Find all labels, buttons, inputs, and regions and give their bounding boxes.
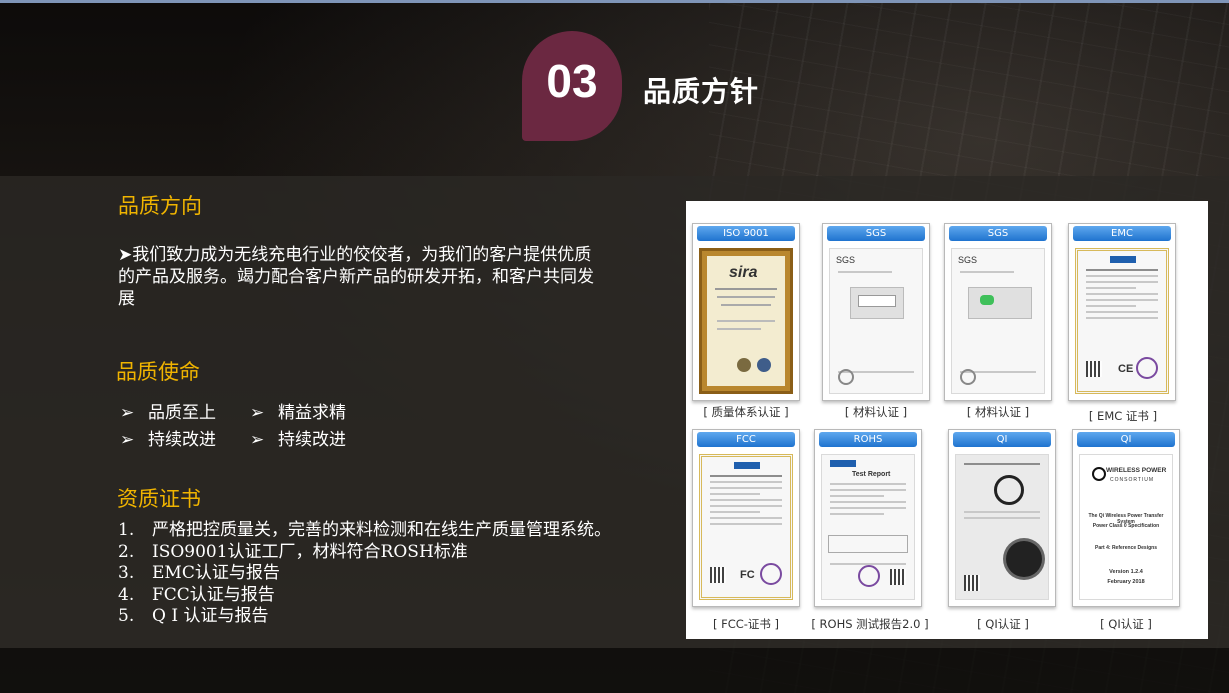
bottom-band: [0, 648, 1229, 693]
list-item: 2. ISO9001认证工厂，材料符合ROSH标准: [118, 541, 468, 562]
test-report-title: Test Report: [852, 471, 891, 478]
mission-item: ➢ 品质至上: [120, 403, 216, 423]
qi-part-title: Part 4: Reference Designs: [1095, 545, 1157, 551]
list-item: 3. EMC认证与报告: [118, 563, 280, 583]
certificate-image: [955, 454, 1049, 600]
list-item: 5. Q I 认证与报告: [118, 606, 269, 626]
qi-class-title: Power Class 0 Specification: [1092, 523, 1160, 529]
sira-logo: sira: [729, 264, 758, 281]
quality-mission-list: ➢ 品质至上 ➢ 精益求精 ➢ 持续改进 ➢ 持续改进: [120, 398, 410, 450]
certificate-card-qi-2[interactable]: QI WIRELESS POWER CONSORTIUM The Qi Wire…: [1072, 429, 1180, 607]
quality-direction-heading: 品质方向: [118, 194, 202, 218]
top-accent-strip: [0, 0, 1229, 3]
certificate-card-rohs[interactable]: ROHS Test Report: [814, 429, 922, 607]
qi-date: February 2018: [1107, 579, 1145, 585]
card-header: FCC: [697, 432, 795, 447]
section-number-badge: 03: [522, 31, 622, 141]
quality-direction-text: ➤我们致力成为无线充电行业的佼佼者，为我们的客户提供优质的产品及服务。竭力配合客…: [118, 245, 594, 309]
certificate-image: WIRELESS POWER CONSORTIUM The Qi Wireles…: [1079, 454, 1173, 600]
certificate-card-qi-1[interactable]: QI: [948, 429, 1056, 607]
certificate-image: Test Report: [821, 454, 915, 600]
certificates-list: 1. 严格把控质量关，完善的来料检测和在线生产质量管理系统。 2. ISO9001认…: [118, 520, 611, 628]
sgs-logo: SGS: [836, 255, 856, 265]
certificate-card-emc[interactable]: EMC CE: [1068, 223, 1176, 401]
caption-fcc: [ FCC-证书 ]: [712, 617, 780, 631]
caption-material-1: [ 材料认证 ]: [844, 405, 908, 419]
card-header: ISO 9001: [697, 226, 795, 241]
arrow-bullet-icon: ➢: [120, 430, 135, 450]
mission-item: ➢ 精益求精: [250, 403, 346, 423]
list-item: 1. 严格把控质量关，完善的来料检测和在线生产质量管理系统。: [118, 520, 611, 540]
certificates-heading: 资质证书: [117, 487, 201, 511]
mission-item: ➢ 持续改进: [120, 430, 216, 450]
certificate-image: CE: [1075, 248, 1169, 394]
caption-material-2: [ 材料认证 ]: [966, 405, 1030, 419]
fcc-mark: FC: [740, 569, 755, 581]
card-header: SGS: [949, 226, 1047, 241]
certificate-card-iso9001[interactable]: ISO 9001 sira: [692, 223, 800, 401]
card-header: ROHS: [819, 432, 917, 447]
arrow-bullet-icon: ➢: [120, 403, 135, 423]
qi-version: Version 1.2.4: [1109, 569, 1143, 575]
certificate-image: FC: [699, 454, 793, 600]
caption-rohs: [ ROHS 测试报告2.0 ]: [811, 617, 929, 631]
certificate-gallery: ISO 9001 sira SGS SGS SGS SGS EMC CE FCC…: [686, 201, 1208, 639]
card-header: SGS: [827, 226, 925, 241]
list-item: 4. FCC认证与报告: [118, 584, 275, 605]
qi-consortium: CONSORTIUM: [1110, 477, 1155, 483]
card-header: EMC: [1073, 226, 1171, 241]
certificate-card-sgs-1[interactable]: SGS SGS: [822, 223, 930, 401]
caption-qi-1: [ QI认证 ]: [977, 617, 1029, 631]
sgs-logo: SGS: [958, 255, 978, 265]
arrow-bullet-icon: ➢: [250, 403, 265, 423]
certificate-image: sira: [699, 248, 793, 394]
card-header: QI: [1077, 432, 1175, 447]
caption-emc: [ EMC 证书 ]: [1088, 409, 1158, 423]
page-title: 品质方针: [643, 75, 760, 108]
quality-mission-heading: 品质使命: [116, 360, 200, 384]
certificate-card-fcc[interactable]: FCC FC: [692, 429, 800, 607]
qi-brand: WIRELESS POWER: [1106, 467, 1167, 474]
caption-quality-system: [ 质量体系认证 ]: [703, 405, 789, 419]
arrow-bullet-icon: ➢: [250, 430, 265, 450]
caption-qi-2: [ QI认证 ]: [1100, 617, 1152, 631]
ce-mark: CE: [1118, 363, 1134, 375]
certificate-image: SGS: [951, 248, 1045, 394]
certificate-card-sgs-2[interactable]: SGS SGS: [944, 223, 1052, 401]
card-header: QI: [953, 432, 1051, 447]
certificate-image: SGS: [829, 248, 923, 394]
mission-item: ➢ 持续改进: [250, 430, 346, 450]
